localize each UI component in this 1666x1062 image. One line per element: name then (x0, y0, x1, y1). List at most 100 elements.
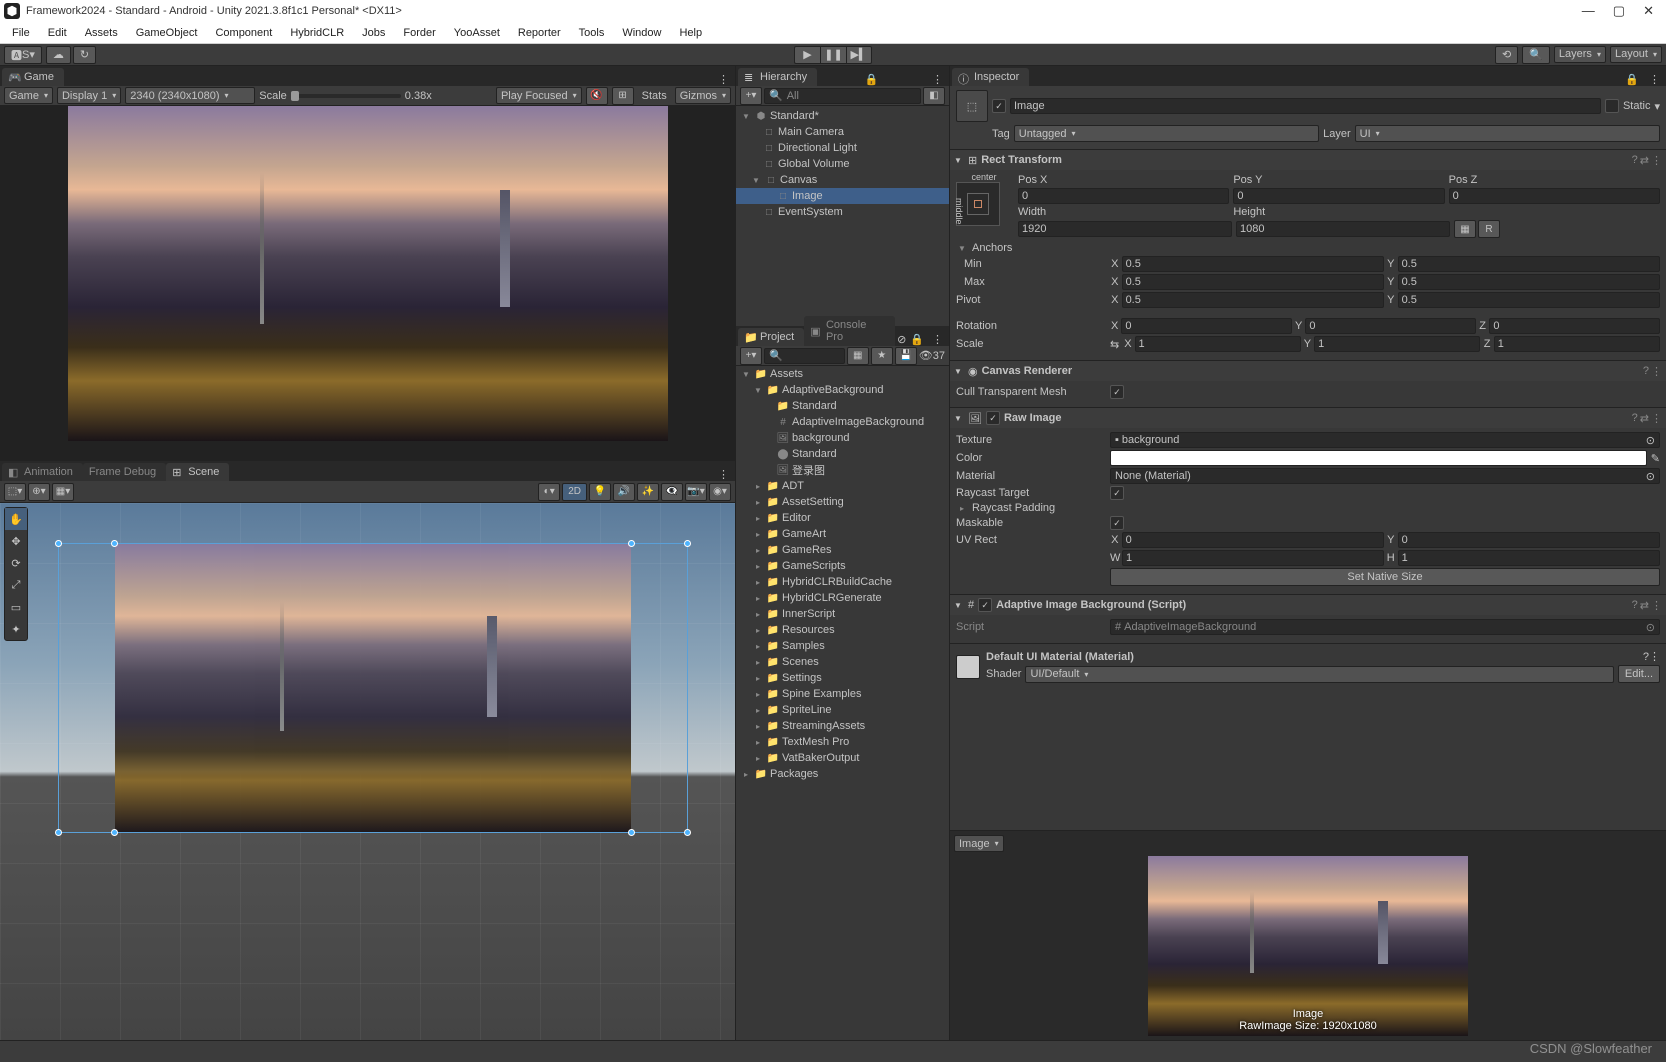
preset-icon[interactable]: ⇄ (1640, 154, 1649, 167)
scene-row[interactable]: ▼⬢Standard* (736, 108, 949, 124)
filter-by-type-icon[interactable]: ▦ (847, 347, 869, 365)
cloud-button[interactable]: ☁ (46, 46, 71, 64)
menu-help[interactable]: Help (671, 25, 710, 41)
fx-toggle[interactable]: ✨ (637, 483, 659, 501)
hidden-count[interactable]: 👁37 (919, 349, 945, 362)
menu-assets[interactable]: Assets (77, 25, 126, 41)
project-row[interactable]: ▸📁Editor (736, 510, 949, 526)
project-row[interactable]: 🖼background (736, 430, 949, 446)
tab-animation[interactable]: ◧Animation (2, 463, 83, 481)
posy-field[interactable] (1233, 188, 1444, 204)
anchor-maxx[interactable] (1122, 274, 1384, 290)
menu-icon[interactable]: ⋮ (1651, 599, 1662, 612)
material-field[interactable]: None (Material)⊙ (1110, 468, 1660, 484)
scale-y[interactable] (1314, 336, 1480, 352)
posx-field[interactable] (1018, 188, 1229, 204)
vsync-button[interactable]: ⊞ (612, 87, 634, 105)
resize-handle-tl[interactable] (55, 540, 62, 547)
save-search-icon[interactable]: 💾 (895, 347, 917, 365)
rot-z[interactable] (1489, 318, 1660, 334)
project-row[interactable]: 🖼登录图 (736, 462, 949, 478)
object-picker-icon[interactable]: ⊙ (1646, 434, 1655, 447)
hierarchy-item[interactable]: □Global Volume (736, 156, 949, 172)
project-row[interactable]: ▸📁Samples (736, 638, 949, 654)
2d-toggle[interactable]: 2D (562, 483, 587, 501)
resize-handle-br[interactable] (684, 829, 691, 836)
audio-toggle[interactable]: 🔊 (613, 483, 635, 501)
layer-dropdown[interactable]: UI (1355, 125, 1660, 142)
help-icon[interactable]: ? (1643, 365, 1649, 378)
hierarchy-item[interactable]: □Main Camera (736, 124, 949, 140)
menu-tools[interactable]: Tools (571, 25, 613, 41)
project-row[interactable]: ▸📁StreamingAssets (736, 718, 949, 734)
uv-y[interactable] (1398, 532, 1660, 548)
tab-hierarchy[interactable]: ≣Hierarchy (738, 68, 817, 86)
rot-y[interactable] (1305, 318, 1476, 334)
blueprint-mode-icon[interactable]: ▦ (1454, 220, 1476, 238)
lighting-toggle[interactable]: 💡 (589, 483, 611, 501)
tab-project[interactable]: 📁Project (738, 328, 804, 346)
maximize-button[interactable]: ▢ (1613, 3, 1625, 19)
menu-icon[interactable]: ⋮ (1651, 154, 1662, 167)
create-dropdown[interactable]: +▾ (740, 347, 762, 365)
scale-x[interactable] (1135, 336, 1301, 352)
preset-icon[interactable]: ⇄ (1640, 412, 1649, 425)
texture-field[interactable]: ▪background⊙ (1110, 432, 1660, 448)
stats-toggle[interactable]: Stats (638, 90, 671, 102)
width-field[interactable] (1018, 221, 1232, 237)
tab-scene[interactable]: ⊞Scene (166, 463, 229, 481)
project-row[interactable]: #AdaptiveImageBackground (736, 414, 949, 430)
project-row[interactable]: ▸📁AssetSetting (736, 494, 949, 510)
play-focused-dropdown[interactable]: Play Focused (496, 87, 582, 104)
color-field[interactable] (1110, 450, 1647, 466)
rect-tool[interactable]: ▭ (5, 596, 27, 618)
gameobject-name-field[interactable] (1010, 98, 1601, 114)
anchor-miny[interactable] (1398, 256, 1660, 272)
pivot-y[interactable] (1398, 292, 1660, 308)
project-row[interactable]: ▸📁TextMesh Pro (736, 734, 949, 750)
preview-mode-dropdown[interactable]: Image (954, 835, 1004, 852)
raw-edit-icon[interactable]: R (1478, 220, 1500, 238)
project-row[interactable]: ▸📁VatBakerOutput (736, 750, 949, 766)
posz-field[interactable] (1449, 188, 1660, 204)
visibility-icon[interactable]: ⊘ (895, 333, 908, 346)
component-enabled-checkbox[interactable]: ✓ (978, 598, 992, 612)
project-row[interactable]: ▸📁Spine Examples (736, 686, 949, 702)
panel-options-icon[interactable]: ⋮ (926, 333, 949, 346)
create-dropdown[interactable]: +▾ (740, 87, 762, 105)
tab-inspector[interactable]: ⓘInspector (952, 68, 1029, 86)
object-picker-icon[interactable]: ⊙ (1646, 621, 1655, 634)
selection-rect[interactable] (58, 543, 688, 833)
raycast-checkbox[interactable]: ✓ (1110, 486, 1124, 500)
project-row[interactable]: ▸📁GameScripts (736, 558, 949, 574)
play-button[interactable]: ▶ (794, 46, 820, 64)
project-row[interactable]: ▸📁SpriteLine (736, 702, 949, 718)
hand-tool[interactable]: ✋ (5, 508, 27, 530)
project-search[interactable]: 🔍 (764, 348, 845, 364)
project-row[interactable]: ⬤Standard (736, 446, 949, 462)
hierarchy-item-selected[interactable]: □Image (736, 188, 949, 204)
rot-x[interactable] (1121, 318, 1292, 334)
tool-dropdown[interactable]: ⬚▾ (4, 483, 26, 501)
step-button[interactable]: ▶▍ (846, 46, 872, 64)
uv-x[interactable] (1122, 532, 1384, 548)
transform-tool[interactable]: ✦ (5, 618, 27, 640)
filter-icon[interactable]: ◧ (923, 87, 945, 105)
pause-button[interactable]: ❚❚ (820, 46, 846, 64)
scene-viewport[interactable] (0, 503, 735, 1040)
anchor-minx[interactable] (1122, 256, 1384, 272)
project-row[interactable]: ▸📁Scenes (736, 654, 949, 670)
menu-reporter[interactable]: Reporter (510, 25, 569, 41)
menu-window[interactable]: Window (614, 25, 669, 41)
menu-icon[interactable]: ⋮ (1651, 412, 1662, 425)
shader-dropdown[interactable]: UI/Default (1025, 666, 1613, 683)
hierarchy-item[interactable]: □EventSystem (736, 204, 949, 220)
layout-dropdown[interactable]: Layout (1610, 46, 1662, 63)
resolution-dropdown[interactable]: 2340 (2340x1080) (125, 87, 255, 104)
scale-slider[interactable] (291, 94, 401, 98)
component-header[interactable]: ▼🖼✓Raw Image?⇄⋮ (950, 408, 1666, 428)
raycast-padding-label[interactable]: Raycast Padding (972, 502, 1055, 514)
close-button[interactable]: ✕ (1643, 3, 1654, 19)
lock-icon[interactable]: 🔒 (1621, 73, 1643, 86)
tab-frame-debug[interactable]: Frame Debug (83, 463, 166, 481)
